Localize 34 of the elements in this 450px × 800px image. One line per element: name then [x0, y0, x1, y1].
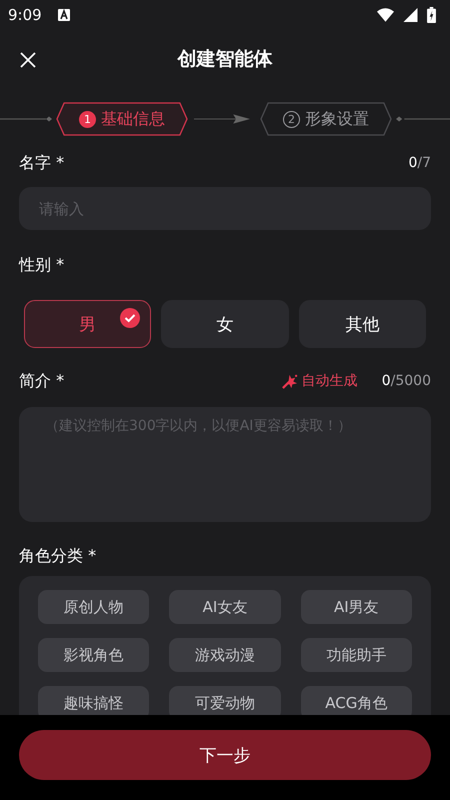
- category-chip[interactable]: 游戏动漫: [169, 638, 281, 672]
- field-label: 性别 *: [19, 254, 64, 276]
- category-chip[interactable]: 趣味搞怪: [38, 686, 150, 715]
- character-count: 0/7: [408, 155, 431, 171]
- step-connector-line: [396, 115, 450, 123]
- step-connector-line: [0, 115, 52, 123]
- gender-option[interactable]: 女: [161, 300, 289, 348]
- signal-icon: [402, 8, 419, 22]
- step-tab[interactable]: 1 基础信息: [56, 102, 188, 136]
- gender-option[interactable]: 男: [24, 300, 152, 348]
- category-chip[interactable]: AI男友: [300, 590, 412, 624]
- character-count: 0/5000: [382, 373, 431, 389]
- category-chip[interactable]: 影视角色: [38, 638, 150, 672]
- field-label: 名字 *: [19, 152, 64, 174]
- checkmark-icon: [120, 308, 140, 328]
- close-icon: [20, 52, 36, 68]
- step-tab[interactable]: 2 形象设置: [260, 102, 392, 136]
- category-chip[interactable]: 功能助手: [300, 638, 412, 672]
- auto-generate-button[interactable]: 自动生成: [280, 372, 358, 390]
- category-chip[interactable]: AI女友: [169, 590, 281, 624]
- magic-wand-icon: [280, 372, 298, 390]
- gender-option[interactable]: 其他: [298, 300, 426, 348]
- next-step-button[interactable]: 下一步: [19, 730, 431, 780]
- category-chip[interactable]: 原创人物: [38, 590, 150, 624]
- page-title: 创建智能体: [178, 47, 272, 72]
- field-label: 简介 *: [19, 370, 64, 392]
- field-label: 角色分类 *: [19, 546, 96, 566]
- keyboard-a-icon: [58, 9, 70, 21]
- step-arrow-icon: [194, 113, 250, 125]
- category-chip[interactable]: ACG角色: [300, 686, 412, 715]
- wifi-icon: [377, 8, 394, 22]
- status-time: 9:09: [8, 6, 42, 24]
- battery-charging-icon: [427, 7, 436, 23]
- category-chip[interactable]: 可爱动物: [169, 686, 281, 715]
